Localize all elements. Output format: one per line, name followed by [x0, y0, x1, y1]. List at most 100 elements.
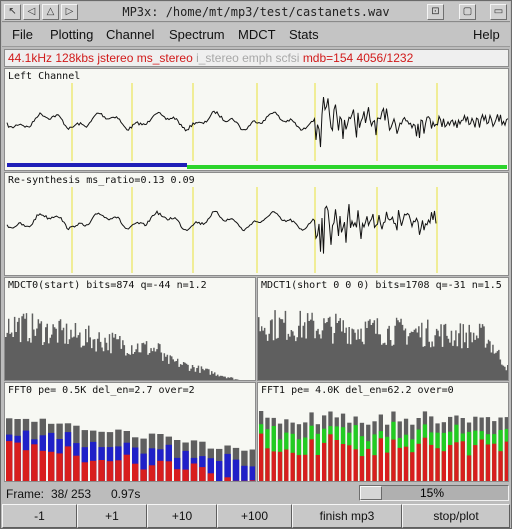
window-shade-button[interactable]: ▭ [490, 4, 507, 20]
fft-bar [241, 480, 248, 481]
resynthesis-waveform [6, 204, 437, 254]
frame-info-line: 44.1kHz 128kbs jstereo ms_stereo i_stere… [4, 49, 509, 67]
fft0-panel: FFT0 pe= 0.5K del_en=2.7 over=2 [4, 382, 256, 482]
fft0-bars [6, 418, 255, 481]
mdct1-plot [258, 310, 508, 380]
fft-bar [303, 454, 308, 481]
frame-value: 38/ 253 [51, 487, 92, 501]
fft-bar [460, 441, 465, 481]
fft1-label: FFT1 pe= 4.0K del_en=62.2 over=0 [261, 385, 454, 396]
fft-bar [22, 450, 30, 481]
frame-slider-value: 15% [420, 486, 445, 500]
menu-bar: File Plotting Channel Spectrum MDCT Stat… [2, 23, 510, 47]
menu-spectrum[interactable]: Spectrum [169, 27, 225, 42]
resynthesis-label: Re-synthesis ms_ratio=0.13 0.09 [8, 175, 195, 186]
buffer-position-bar [187, 165, 507, 169]
mdct0-panel: MDCT0(start) bits=874 q=-44 n=1.2 [4, 277, 256, 381]
fft-bar [216, 461, 223, 481]
shade-icon: ▭ [493, 6, 504, 17]
mdct1-label: MDCT1(short 0 0 0) bits=1708 q=-31 n=1.5 [261, 280, 502, 291]
menu-stats[interactable]: Stats [289, 27, 319, 42]
info-active-flags: 44.1kHz 128kbs jstereo ms_stereo [8, 51, 197, 65]
fft-bar [296, 455, 302, 481]
fft-bar [182, 469, 189, 481]
fft-bar [241, 465, 248, 481]
fft-bar [207, 473, 214, 481]
fft1-plot [259, 411, 508, 481]
mdct0-spectrum [5, 313, 240, 380]
menu-plotting[interactable]: Plotting [50, 27, 93, 42]
fft-bar [73, 455, 80, 481]
fft-bar [123, 454, 130, 481]
menu-help[interactable]: Help [473, 27, 500, 42]
fft-bar [249, 480, 255, 481]
fft-bar [466, 455, 472, 481]
fft-bar [422, 437, 428, 481]
plus100-button[interactable]: +100 [217, 504, 292, 528]
mdct0-label: MDCT0(start) bits=874 q=-44 n=1.2 [8, 280, 207, 291]
menu-mdct[interactable]: MDCT [238, 27, 276, 42]
fft-bar [359, 456, 365, 481]
mdct1-spectrum [258, 310, 508, 380]
fft-bar [334, 440, 339, 481]
mdct0-plot [5, 313, 240, 380]
fft-bar [410, 452, 415, 481]
stop-plot-button[interactable]: stop/plot [402, 504, 510, 528]
fft-bar [366, 448, 371, 481]
plus1-button[interactable]: +1 [77, 504, 147, 528]
fft-bar [190, 463, 198, 481]
fft-bar [322, 442, 327, 481]
fft-bar [148, 465, 156, 481]
fft1-bars [259, 411, 508, 481]
menu-channel[interactable]: Channel [106, 27, 154, 42]
fft-bar [441, 451, 446, 481]
maximize-icon: ▢ [462, 6, 473, 17]
time-value: 0.97s [111, 487, 141, 501]
granule-markers [71, 187, 438, 273]
info-mdb: mdb=154 4056/1232 [302, 51, 414, 65]
fft-bar [485, 444, 491, 481]
finish-mp3-button[interactable]: finish mp3 [292, 504, 402, 528]
fft-bar [435, 448, 440, 481]
fft-bar [56, 453, 63, 481]
title-bar[interactable]: ↖ ◁ △ ▷ MP3x: /home/mt/mp3/test/castanet… [2, 2, 510, 22]
frame-slider-thumb[interactable] [360, 486, 382, 500]
fft-bar [140, 469, 147, 481]
fft-bar [448, 445, 453, 481]
window-iconify-button[interactable]: ⊡ [427, 4, 444, 20]
resynthesis-panel: Re-synthesis ms_ratio=0.13 0.09 [4, 172, 509, 276]
fft-bar [397, 447, 402, 481]
fft-bar [492, 443, 497, 481]
frame-position-bar [7, 163, 187, 167]
fft-bar [6, 441, 13, 481]
fft-bar [106, 461, 114, 481]
fft-bar [64, 446, 72, 481]
fft-bar [157, 460, 164, 481]
fft-bar [429, 444, 434, 481]
fft-bar [165, 461, 172, 481]
window-maximize-button[interactable]: ▢ [459, 4, 476, 20]
fft-bar [403, 446, 409, 481]
fft-bar [48, 451, 55, 481]
minus1-button[interactable]: -1 [2, 504, 77, 528]
fft-bar [259, 433, 264, 481]
fft-bar [290, 452, 295, 481]
fft-bar [224, 477, 231, 481]
fft-bar [309, 439, 314, 481]
left-channel-label: Left Channel [8, 71, 81, 82]
frame-slider[interactable]: 15% [359, 485, 509, 501]
fft-bar [479, 439, 484, 481]
fft-bar [315, 455, 320, 481]
frame-label: Frame: [6, 487, 45, 501]
menu-file[interactable]: File [12, 27, 33, 42]
fft-bar [385, 452, 390, 481]
left-channel-panel: Left Channel [4, 68, 509, 171]
fft-bar [232, 480, 240, 481]
fft-bar [498, 451, 503, 481]
mp3x-window: ↖ ◁ △ ▷ MP3x: /home/mt/mp3/test/castanet… [0, 0, 512, 529]
granule-markers [71, 83, 438, 161]
fft-bar [347, 445, 352, 481]
fft-bar [249, 466, 255, 481]
fft-bar [132, 463, 139, 481]
plus10-button[interactable]: +10 [147, 504, 217, 528]
